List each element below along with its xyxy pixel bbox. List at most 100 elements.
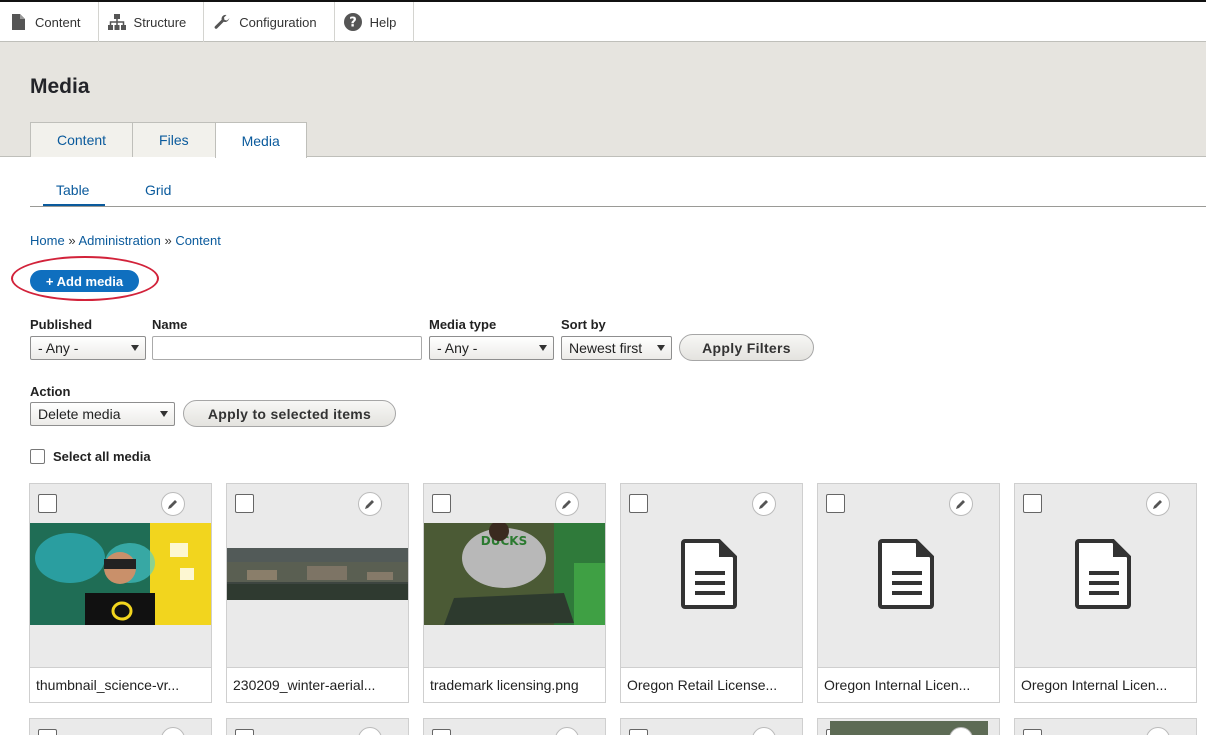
media-card[interactable] bbox=[29, 718, 212, 735]
media-select-checkbox[interactable] bbox=[826, 494, 845, 513]
page-header: Media Content Files Media bbox=[0, 42, 1206, 158]
sort-by-select[interactable]: Newest first bbox=[561, 336, 672, 360]
breadcrumb-separator: » bbox=[68, 233, 76, 248]
breadcrumb-separator: » bbox=[164, 233, 172, 248]
breadcrumb-content[interactable]: Content bbox=[175, 233, 221, 248]
media-select-checkbox[interactable] bbox=[629, 729, 648, 735]
media-select-checkbox[interactable] bbox=[432, 494, 451, 513]
wrench-icon bbox=[213, 13, 231, 31]
admin-toolbar: Content Structure Configuration ? Help bbox=[0, 0, 1206, 42]
toolbar-item-structure[interactable]: Structure bbox=[99, 2, 205, 42]
edit-pencil-icon[interactable] bbox=[358, 492, 382, 516]
edit-pencil-icon[interactable] bbox=[161, 727, 185, 735]
chevron-down-icon bbox=[131, 345, 139, 351]
edit-pencil-icon[interactable] bbox=[358, 727, 382, 735]
media-thumbnail[interactable] bbox=[227, 548, 408, 600]
subtab-table[interactable]: Table bbox=[56, 182, 89, 198]
name-input[interactable] bbox=[152, 336, 422, 360]
tab-files[interactable]: Files bbox=[132, 122, 216, 157]
media-card[interactable] bbox=[1014, 718, 1197, 735]
edit-pencil-icon[interactable] bbox=[949, 492, 973, 516]
apply-to-selected-button[interactable]: Apply to selected items bbox=[183, 400, 396, 427]
aerial-campus-image bbox=[227, 548, 408, 600]
student-sweatshirt-image: DUCKS bbox=[424, 523, 605, 625]
media-card[interactable]: Oregon Internal Licen... bbox=[1014, 483, 1197, 703]
chevron-down-icon bbox=[160, 411, 168, 417]
media-name[interactable]: trademark licensing.png bbox=[424, 667, 605, 702]
svg-text:?: ? bbox=[349, 16, 357, 31]
sort-by-label: Sort by bbox=[561, 317, 606, 332]
action-select[interactable]: Delete media bbox=[30, 402, 175, 426]
edit-pencil-icon[interactable] bbox=[752, 727, 776, 735]
media-card[interactable]: thumbnail_science-vr... bbox=[29, 483, 212, 703]
tab-content[interactable]: Content bbox=[30, 122, 134, 157]
document-icon bbox=[1075, 539, 1133, 614]
page-title: Media bbox=[30, 75, 90, 98]
breadcrumb-administration[interactable]: Administration bbox=[78, 233, 160, 248]
edit-pencil-icon[interactable] bbox=[555, 492, 579, 516]
edit-pencil-icon[interactable] bbox=[1146, 492, 1170, 516]
media-select-checkbox[interactable] bbox=[235, 729, 254, 735]
active-tab-indicator bbox=[43, 204, 105, 206]
toolbar-item-configuration[interactable]: Configuration bbox=[204, 2, 335, 42]
media-name[interactable]: Oregon Internal Licen... bbox=[1015, 667, 1196, 702]
help-icon: ? bbox=[343, 13, 362, 31]
document-icon bbox=[878, 539, 936, 614]
action-label: Action bbox=[30, 384, 71, 399]
media-card[interactable]: 230209_winter-aerial... bbox=[226, 483, 409, 703]
edit-pencil-icon[interactable] bbox=[555, 727, 579, 735]
name-label: Name bbox=[152, 317, 188, 332]
media-select-checkbox[interactable] bbox=[38, 729, 57, 735]
subtab-grid[interactable]: Grid bbox=[145, 182, 171, 198]
toolbar-item-content[interactable]: Content bbox=[0, 2, 99, 42]
media-thumbnail[interactable] bbox=[30, 523, 211, 625]
media-card[interactable] bbox=[817, 718, 1000, 735]
media-name[interactable]: thumbnail_science-vr... bbox=[30, 667, 211, 702]
media-type-label: Media type bbox=[429, 317, 497, 332]
vr-science-image bbox=[30, 523, 211, 625]
media-select-checkbox[interactable] bbox=[235, 494, 254, 513]
media-select-checkbox[interactable] bbox=[432, 729, 451, 735]
media-thumbnail[interactable]: DUCKS bbox=[424, 523, 605, 625]
media-select-checkbox[interactable] bbox=[1023, 729, 1042, 735]
toolbar-item-help[interactable]: ? Help bbox=[335, 2, 415, 42]
toolbar-item-label: Configuration bbox=[239, 14, 317, 30]
media-select-checkbox[interactable] bbox=[1023, 494, 1042, 513]
media-name[interactable]: Oregon Internal Licen... bbox=[818, 667, 999, 702]
published-select-value: - Any - bbox=[38, 340, 79, 356]
toolbar-item-label: Content bbox=[35, 14, 81, 30]
chevron-down-icon bbox=[657, 345, 665, 351]
media-card[interactable] bbox=[423, 718, 606, 735]
media-name[interactable]: Oregon Retail License... bbox=[621, 667, 802, 702]
select-all-checkbox[interactable] bbox=[30, 449, 45, 464]
media-type-select[interactable]: - Any - bbox=[429, 336, 554, 360]
chevron-down-icon bbox=[539, 345, 547, 351]
media-card[interactable] bbox=[620, 718, 803, 735]
edit-pencil-icon[interactable] bbox=[752, 492, 776, 516]
sort-by-select-value: Newest first bbox=[569, 340, 643, 356]
media-card[interactable]: Oregon Retail License... bbox=[620, 483, 803, 703]
primary-tabs: Content Files Media bbox=[30, 122, 307, 158]
secondary-tabs: Table Grid bbox=[30, 172, 1206, 207]
sitemap-icon bbox=[107, 13, 126, 31]
action-select-value: Delete media bbox=[38, 406, 121, 422]
edit-pencil-icon[interactable] bbox=[161, 492, 185, 516]
media-select-checkbox[interactable] bbox=[629, 494, 648, 513]
media-card[interactable]: Oregon Internal Licen... bbox=[817, 483, 1000, 703]
media-type-select-value: - Any - bbox=[437, 340, 478, 356]
media-select-checkbox[interactable] bbox=[38, 494, 57, 513]
published-select[interactable]: - Any - bbox=[30, 336, 146, 360]
media-card[interactable] bbox=[226, 718, 409, 735]
apply-filters-button[interactable]: Apply Filters bbox=[679, 334, 814, 361]
tab-media[interactable]: Media bbox=[214, 122, 307, 158]
breadcrumb: Home » Administration » Content bbox=[30, 233, 221, 248]
media-name[interactable]: 230209_winter-aerial... bbox=[227, 667, 408, 702]
published-label: Published bbox=[30, 317, 93, 332]
add-media-button[interactable]: + Add media bbox=[30, 270, 139, 292]
select-all-label: Select all media bbox=[53, 449, 151, 464]
breadcrumb-home[interactable]: Home bbox=[30, 233, 65, 248]
toolbar-item-label: Structure bbox=[133, 14, 187, 30]
document-icon bbox=[681, 539, 739, 614]
edit-pencil-icon[interactable] bbox=[1146, 727, 1170, 735]
media-card[interactable]: DUCKS trademark licensing.png bbox=[423, 483, 606, 703]
